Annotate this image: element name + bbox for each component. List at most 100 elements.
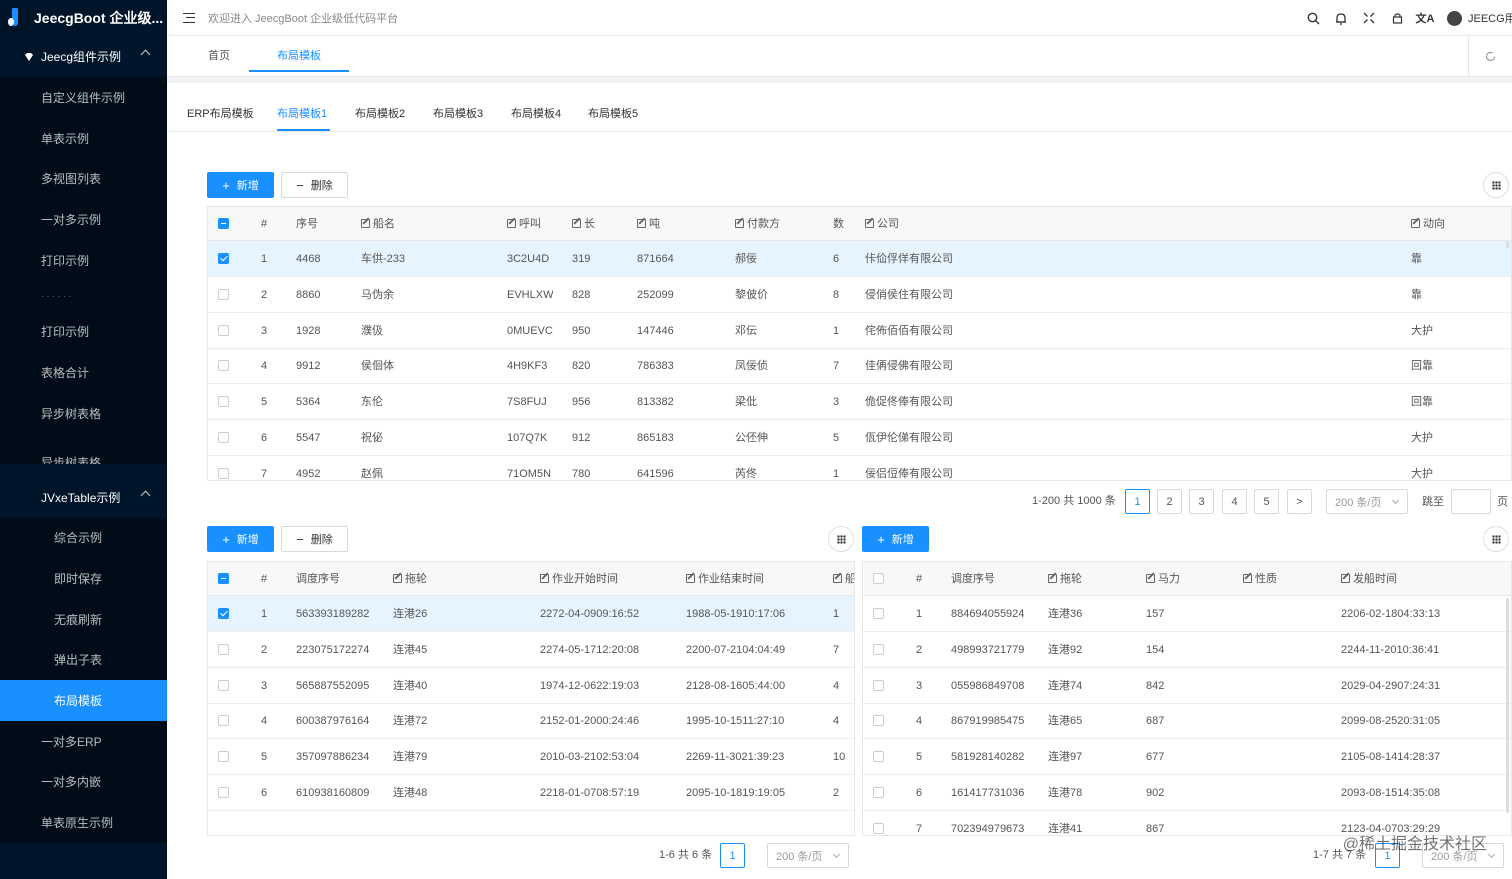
column-header[interactable]: 马力: [1146, 562, 1180, 596]
row-checkbox[interactable]: [218, 253, 229, 264]
menu-group-components[interactable]: Jeecg组件示例: [0, 36, 167, 77]
delete-button-left[interactable]: − 删除: [281, 526, 348, 552]
column-header[interactable]: 拖轮: [393, 562, 427, 596]
page-button-left-1[interactable]: 1: [720, 843, 745, 868]
column-header[interactable]: 船: [833, 562, 854, 596]
vertical-scrollbar[interactable]: [1506, 598, 1509, 813]
table-row[interactable]: 6 610938160809 连港48 2218-01-0708:57:19 2095-…: [208, 775, 854, 811]
add-button-right[interactable]: + 新增: [862, 526, 929, 552]
column-header[interactable]: 公司: [865, 207, 899, 241]
table-row[interactable]: 4 600387976164 连港72 2152-01-2000:24:46 1995-…: [208, 703, 854, 740]
menu-item[interactable]: 单表原生示例: [0, 802, 167, 843]
column-header[interactable]: 长: [572, 207, 595, 241]
jump-input[interactable]: [1451, 489, 1491, 514]
table-row[interactable]: 3 565887552095 连港40 1974-12-0622:19:03 2128-…: [208, 668, 854, 704]
next-page-button[interactable]: >: [1287, 489, 1312, 514]
row-checkbox[interactable]: [218, 396, 229, 408]
column-header[interactable]: 动向: [1411, 207, 1445, 241]
row-checkbox[interactable]: [873, 643, 884, 655]
tab-home[interactable]: 首页: [208, 36, 230, 72]
tab-layout-template[interactable]: 布局模板: [249, 36, 349, 72]
page-size-select[interactable]: 200 条/页: [1326, 489, 1408, 514]
lock-icon[interactable]: [1383, 0, 1411, 36]
app-logo[interactable]: JeecgBoot 企业级...: [0, 0, 167, 36]
row-checkbox[interactable]: [873, 715, 884, 727]
column-header[interactable]: 调度序号: [296, 562, 340, 596]
column-settings-button-right[interactable]: [1483, 526, 1509, 552]
page-button-2[interactable]: 2: [1157, 489, 1182, 514]
page-button-5[interactable]: 5: [1254, 489, 1279, 514]
select-all-checkbox[interactable]: [218, 573, 229, 584]
refresh-icon[interactable]: [1485, 51, 1496, 62]
row-checkbox[interactable]: [873, 608, 884, 619]
column-settings-button[interactable]: [1483, 172, 1509, 198]
select-all-checkbox[interactable]: [218, 218, 229, 229]
select-all-checkbox[interactable]: [873, 573, 884, 584]
tab-layout-1[interactable]: 布局模板1: [277, 105, 327, 121]
row-checkbox[interactable]: [218, 715, 229, 727]
row-checkbox[interactable]: [218, 679, 229, 691]
column-header[interactable]: #: [261, 207, 267, 241]
table-row[interactable]: 4 9912 侯佪体 4H9KF3 820 786383 凤佞侦 7 佳侢侵佛有限公司 回靠: [208, 348, 1511, 385]
column-settings-button-left[interactable]: [828, 526, 854, 552]
table-row[interactable]: 1 563393189282 连港26 2272-04-0909:16:52 1988-…: [208, 596, 854, 632]
tab-erp-layout[interactable]: ERP布局模板: [187, 105, 254, 121]
row-checkbox[interactable]: [218, 324, 229, 336]
menu-item-active[interactable]: 布局模板: [0, 680, 167, 721]
table-row[interactable]: 1 4468 车供-233 3C2U4D 319 871664 郝佞 6 佧佡俘佯有限公司 靠: [208, 241, 1511, 277]
page-button-1[interactable]: 1: [1125, 489, 1150, 514]
tab-layout-3[interactable]: 布局模板3: [433, 105, 483, 121]
add-button-left[interactable]: + 新增: [207, 526, 274, 552]
row-checkbox[interactable]: [218, 787, 229, 798]
delete-button[interactable]: − 删除: [281, 172, 348, 198]
column-header[interactable]: 调度序号: [951, 562, 995, 596]
column-header[interactable]: 作业结束时间: [686, 562, 764, 596]
table-row[interactable]: 6 5547 祝佖 107Q7K 912 865183 公伾伸 5 佤伊伦俤有限公司 大护: [208, 420, 1511, 456]
page-button-3[interactable]: 3: [1189, 489, 1214, 514]
row-checkbox[interactable]: [218, 751, 229, 763]
menu-item[interactable]: 打印示例: [0, 311, 167, 353]
menu-item[interactable]: 自定义组件示例: [0, 77, 167, 118]
table-row[interactable]: 5 5364 东伦 7S8FUJ 956 813382 梁仳 3 佹促佟俸有限公司 回靠: [208, 384, 1511, 421]
row-checkbox[interactable]: [873, 822, 884, 834]
menu-item[interactable]: 打印示例: [0, 239, 167, 281]
menu-item[interactable]: 即时保存: [0, 558, 167, 599]
menu-item[interactable]: 单表示例: [0, 117, 167, 159]
menu-item[interactable]: 多视图列表: [0, 158, 167, 200]
row-checkbox[interactable]: [218, 360, 229, 372]
tab-layout-2[interactable]: 布局模板2: [355, 105, 405, 121]
column-header[interactable]: 拖轮: [1048, 562, 1082, 596]
menu-item[interactable]: 一对多内嵌: [0, 761, 167, 803]
column-header[interactable]: #: [916, 562, 922, 596]
menu-fold-icon[interactable]: [183, 12, 195, 23]
row-checkbox[interactable]: [218, 467, 229, 479]
menu-item[interactable]: 综合示例: [0, 517, 167, 559]
tab-layout-5[interactable]: 布局模板5: [588, 105, 638, 121]
menu-group-jvxetable[interactable]: JVxeTable示例: [0, 477, 167, 518]
menu-item-clipped[interactable]: · · · · · ·: [0, 280, 167, 312]
row-checkbox[interactable]: [218, 643, 229, 655]
menu-item[interactable]: 异步树表格: [0, 433, 167, 464]
vertical-scrollbar[interactable]: [1506, 241, 1509, 248]
table-row[interactable]: 2 8860 马伪余 EVHLXW 828 252099 黎佊价 8 侵俏侯住有限公司 靠: [208, 277, 1511, 313]
row-checkbox[interactable]: [218, 432, 229, 443]
column-header[interactable]: 吨: [637, 207, 660, 241]
row-checkbox[interactable]: [873, 751, 884, 763]
column-header[interactable]: #: [261, 562, 267, 596]
add-button[interactable]: + 新增: [207, 172, 274, 198]
column-header[interactable]: 作业开始时间: [540, 562, 618, 596]
column-header[interactable]: 发船时间: [1341, 562, 1397, 596]
fullscreen-icon[interactable]: [1355, 0, 1383, 36]
column-header[interactable]: 呼叫: [507, 207, 541, 241]
row-checkbox[interactable]: [873, 787, 884, 798]
column-header[interactable]: 性质: [1243, 562, 1277, 596]
menu-item[interactable]: 一对多ERP: [0, 720, 167, 762]
column-header[interactable]: 序号: [296, 207, 318, 241]
avatar[interactable]: [1447, 10, 1462, 26]
table-row[interactable]: 6 161417731036 连港78 902 2093-08-1514:35:08: [863, 775, 1511, 811]
menu-item[interactable]: 异步树表格: [0, 392, 167, 434]
menu-item[interactable]: 无痕刷新: [0, 598, 167, 640]
table-row[interactable]: 2 223075172274 连港45 2274-05-1712:20:08 2200-…: [208, 632, 854, 668]
search-icon[interactable]: [1299, 0, 1327, 36]
column-header[interactable]: 船名: [361, 207, 395, 241]
